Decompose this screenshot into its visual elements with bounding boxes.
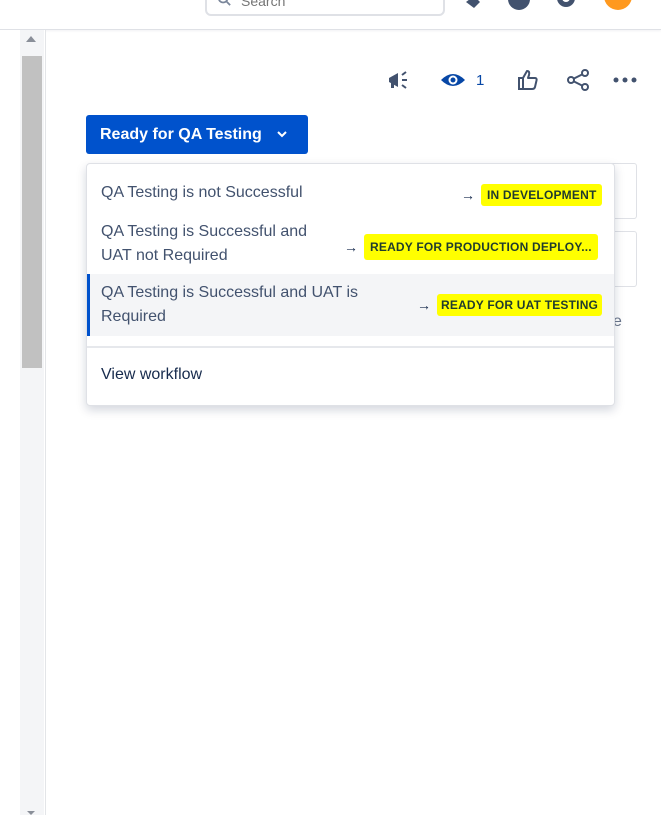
- view-workflow-link[interactable]: View workflow: [101, 366, 202, 384]
- arrow-right-icon: →: [461, 187, 475, 203]
- share-button[interactable]: [564, 66, 592, 94]
- transition-label: Required: [101, 308, 166, 325]
- share-icon: [567, 69, 589, 91]
- menu-divider: [87, 346, 614, 348]
- transition-dropdown-menu: QA Testing is not Successful → IN DEVELO…: [86, 163, 615, 406]
- status-lozenge: READY FOR UAT TESTING: [437, 294, 603, 316]
- transition-target: → READY FOR UAT TESTING: [417, 294, 603, 316]
- transition-target: → IN DEVELOPMENT: [461, 184, 603, 206]
- transition-target: → READY FOR PRODUCTION DEPLOY...: [344, 234, 598, 260]
- more-horizontal-icon: [613, 77, 637, 83]
- status-button-label: Ready for QA Testing: [100, 125, 262, 143]
- transition-label: QA Testing is Successful and UAT is: [101, 284, 359, 301]
- transition-label: QA Testing is Successful and: [101, 223, 308, 240]
- transition-option-selected[interactable]: QA Testing is Successful and UAT is Requ…: [87, 274, 614, 336]
- status-lozenge: IN DEVELOPMENT: [481, 184, 603, 206]
- thumbs-up-icon: [518, 70, 538, 90]
- scroll-up-arrow-icon[interactable]: [26, 36, 36, 42]
- watch-count: 1: [476, 71, 485, 89]
- scroll-thumb[interactable]: [22, 56, 42, 368]
- help-icon[interactable]: [506, 0, 532, 14]
- top-navigation-bar: [0, 0, 661, 30]
- notifications-icon[interactable]: [460, 0, 486, 14]
- transition-option[interactable]: QA Testing is not Successful → IN DEVELO…: [87, 170, 614, 218]
- transition-label: UAT not Required: [101, 247, 228, 264]
- settings-icon[interactable]: [553, 0, 579, 14]
- more-actions-button[interactable]: [611, 66, 639, 94]
- transition-option[interactable]: QA Testing is Successful and UAT not Req…: [87, 218, 614, 274]
- megaphone-icon: [389, 71, 407, 89]
- user-avatar[interactable]: [604, 0, 632, 10]
- search-input[interactable]: [241, 0, 431, 14]
- status-lozenge: READY FOR PRODUCTION DEPLOY...: [364, 234, 598, 260]
- eye-icon: [441, 74, 465, 86]
- give-feedback-button[interactable]: [384, 66, 414, 94]
- search-icon: [218, 0, 231, 6]
- vote-button[interactable]: [514, 66, 542, 94]
- search-box[interactable]: [205, 0, 445, 16]
- transition-label: QA Testing is not Successful: [101, 184, 303, 201]
- scroll-down-arrow-icon[interactable]: [27, 811, 35, 815]
- status-transition-button[interactable]: Ready for QA Testing: [86, 115, 308, 154]
- arrow-right-icon: →: [344, 239, 358, 255]
- vertical-scrollbar[interactable]: [20, 30, 44, 815]
- chevron-down-icon: [277, 131, 287, 138]
- watch-button[interactable]: 1: [440, 66, 490, 94]
- arrow-right-icon: →: [417, 297, 431, 313]
